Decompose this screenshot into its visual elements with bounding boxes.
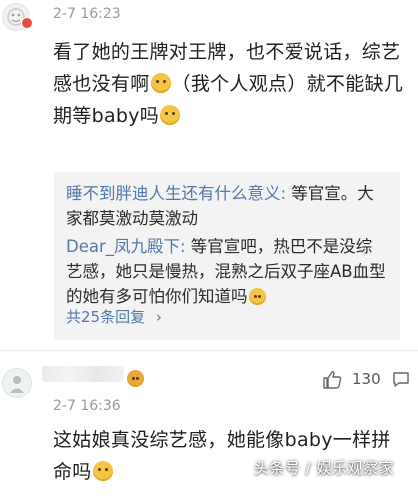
- thumbs-up-icon: [323, 371, 342, 389]
- comment-timestamp: 2-7 16:23: [53, 6, 121, 22]
- smug-emoji-icon: [248, 288, 266, 305]
- chevron-right-icon: ›: [155, 308, 162, 326]
- comment-timestamp: 2-7 16:36: [53, 398, 121, 414]
- divider: [0, 350, 418, 351]
- comment-line: 这姑娘真没综艺感，她能像baby一样拼: [53, 429, 391, 451]
- shrug-emoji-icon: [160, 105, 181, 125]
- reply-1: 睡不到胖迪人生还有什么意义: 等官宣。大 家都莫激动莫激动: [66, 184, 374, 228]
- medal-emoji-icon: [127, 370, 144, 387]
- reply-2: Dear_凤九殿下: 等官宣吧，热巴不是没综 艺感，她只是慢热，混熟之后双子座A…: [66, 237, 386, 306]
- more-replies-link[interactable]: 共25条回复 ›: [66, 306, 162, 327]
- reply-button[interactable]: [391, 369, 411, 393]
- comment-line: 看了她的王牌对王牌，也不爱说话，综艺: [53, 41, 401, 63]
- shrug-emoji-icon: [92, 461, 113, 481]
- comment-line: 感也没有啊 （我个人观点）就不能缺几: [53, 73, 404, 95]
- like-count: 130: [352, 370, 381, 388]
- reply-username[interactable]: 睡不到胖迪人生还有什么意义:: [66, 184, 286, 203]
- watermark: 头条号 / 娱乐观察家: [253, 459, 394, 477]
- comment-body: 看了她的王牌对王牌，也不爱说话，综艺 感也没有啊 （我个人观点）就不能缺几 期等b…: [53, 36, 413, 132]
- thinking-emoji-icon: [150, 73, 171, 93]
- badge-icon: [21, 17, 33, 29]
- comment-body: 这姑娘真没综艺感，她能像baby一样拼 命吗: [53, 424, 413, 488]
- reply-username[interactable]: Dear_凤九殿下:: [66, 237, 186, 256]
- username-blurred: [42, 366, 124, 382]
- avatar[interactable]: [2, 368, 32, 398]
- comment-icon: [393, 372, 409, 387]
- comment-line: 期等baby吗: [53, 100, 413, 132]
- avatar-icon: [10, 376, 24, 393]
